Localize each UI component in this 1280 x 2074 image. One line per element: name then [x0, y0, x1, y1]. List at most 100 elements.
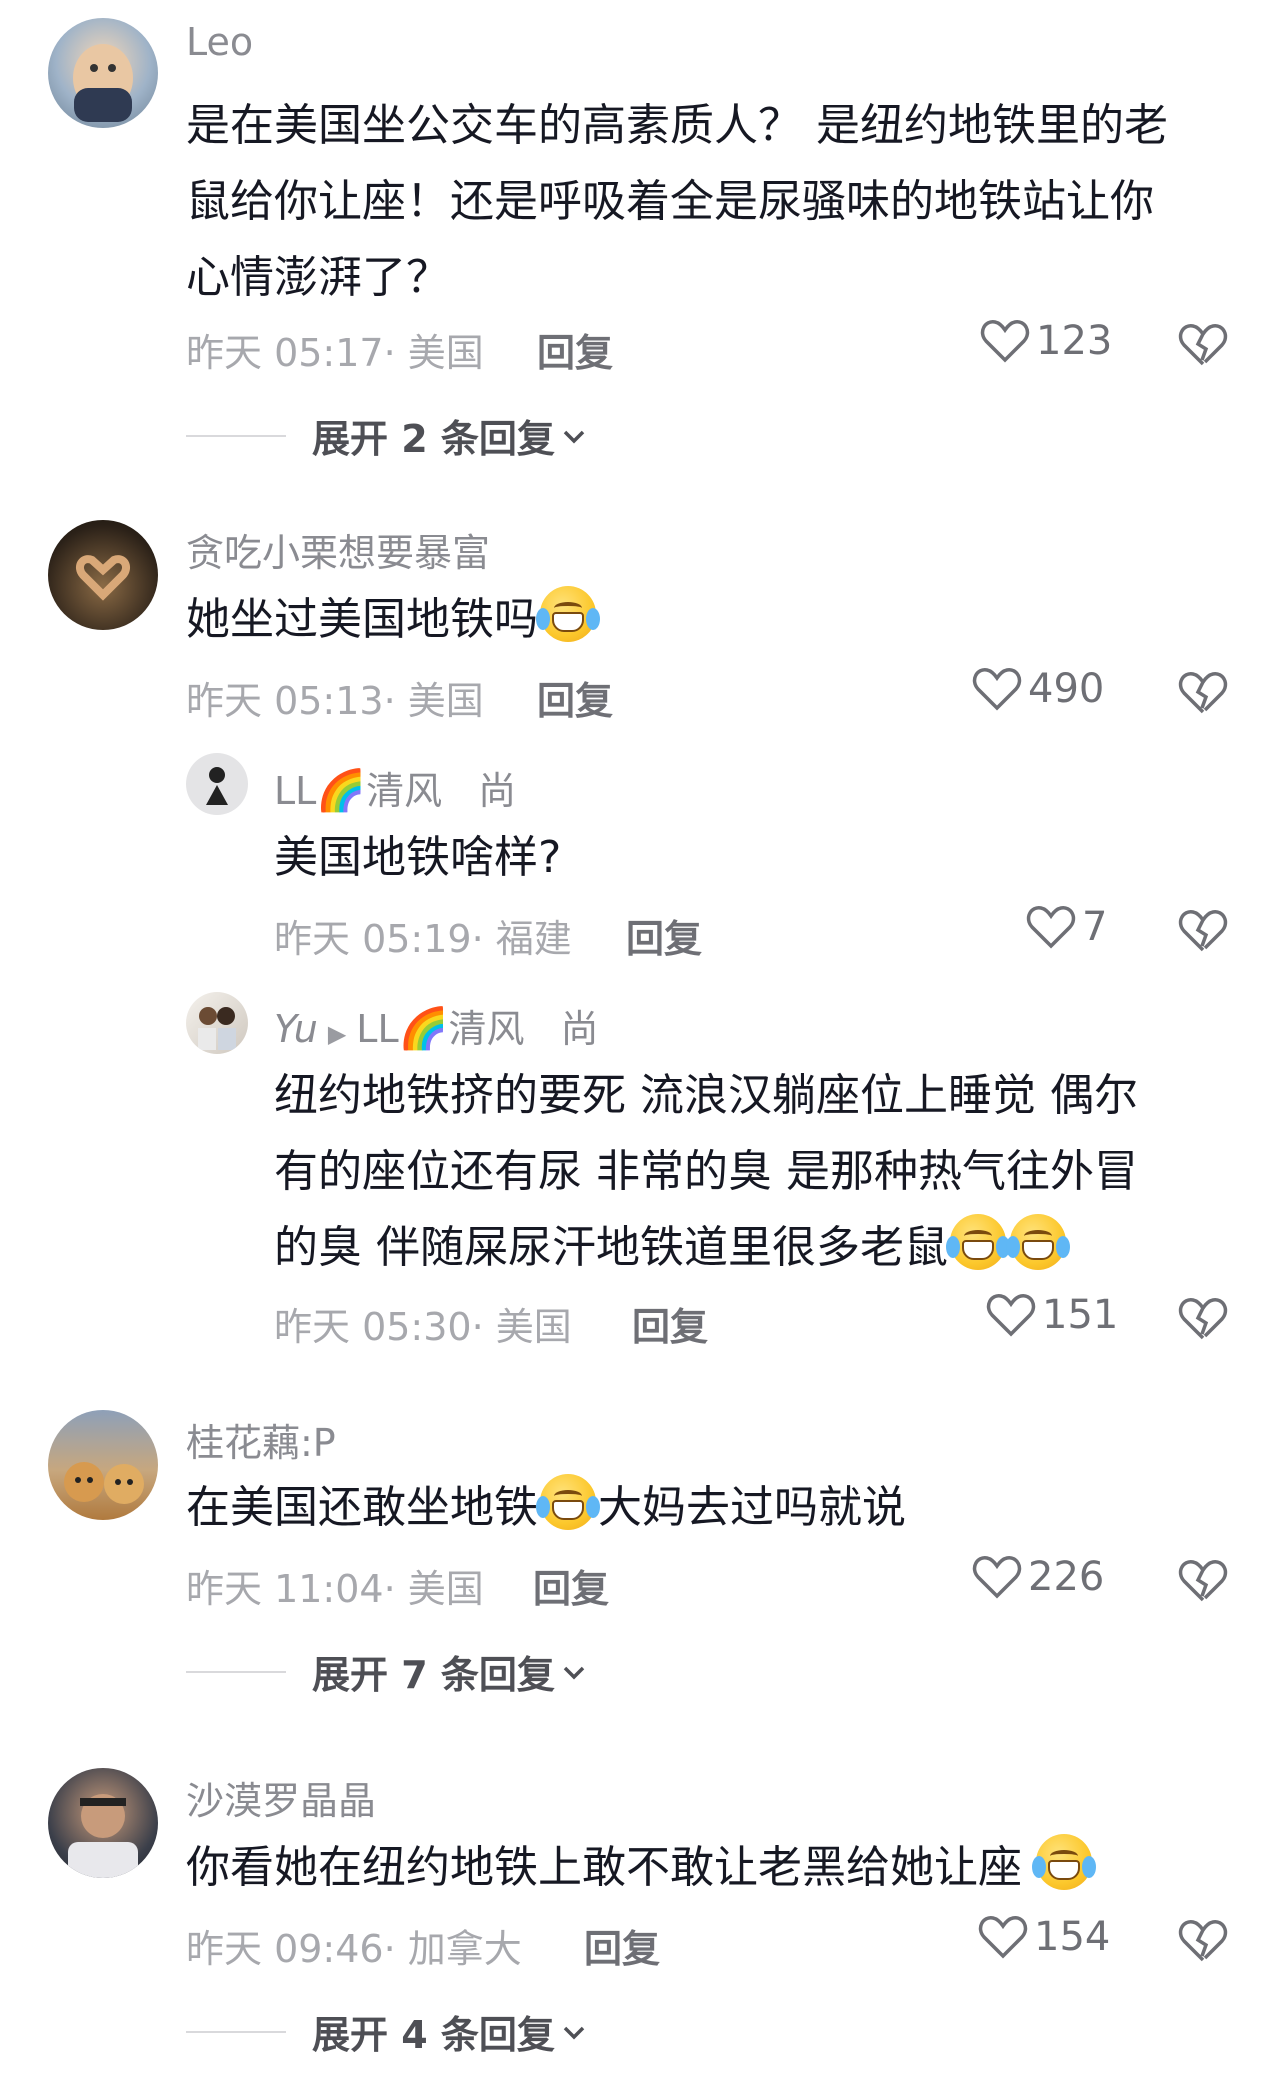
divider: [186, 1670, 286, 1673]
comment-meta: 昨天 09:46· 加拿大: [186, 1927, 522, 1971]
expand-replies-button[interactable]: 展开 7 条回复: [186, 1644, 587, 1699]
username-suffix: 清风: [366, 769, 443, 813]
comment-line: 心情澎湃了？: [186, 252, 450, 303]
author-badge: 尚: [478, 769, 517, 813]
avatar[interactable]: [48, 18, 158, 128]
like-button[interactable]: 226: [972, 1554, 1104, 1600]
username[interactable]: 桂花藕:P: [186, 1412, 336, 1467]
dislike-button[interactable]: [1178, 670, 1228, 720]
expand-label: 展开 2 条回复: [312, 417, 555, 461]
comment-text: 是在美国坐公交车的高素质人？ 是纽约地铁里的老 鼠给你让座！还是呼吸着全是尿骚味…: [186, 88, 1168, 316]
reply-button[interactable]: 回复: [626, 908, 702, 963]
heart-icon: [980, 320, 1030, 363]
like-button[interactable]: 123: [980, 318, 1112, 364]
comment-text: 纽约地铁挤的要死 流浪汉躺座位上睡觉 偶尔 有的座位还有尿 非常的臭 是那种热气…: [274, 1058, 1138, 1286]
author-badge: 尚: [560, 1007, 599, 1051]
username[interactable]: Yu ▶ LL🌈清风尚: [274, 998, 598, 1053]
heart-icon: [986, 1294, 1036, 1337]
comment-line: 是在美国坐公交车的高素质人？ 是纽约地铁里的老: [186, 100, 1168, 151]
broken-heart-icon: [1178, 324, 1228, 366]
expand-label: 展开 7 条回复: [312, 1653, 555, 1697]
avatar[interactable]: [48, 1410, 158, 1520]
divider: [186, 434, 286, 437]
grinning-sweat-emoji-icon: [536, 1474, 600, 1530]
reply-to-username: LL: [356, 1007, 399, 1051]
dislike-button[interactable]: [1178, 908, 1228, 958]
couple-photo-avatar-icon: [198, 1007, 236, 1050]
username[interactable]: Leo: [186, 20, 253, 64]
avatar[interactable]: [186, 992, 248, 1054]
rainbow-icon: 🌈: [398, 1006, 449, 1052]
reply-button[interactable]: 回复: [537, 670, 613, 725]
comment-text: 美国地铁啥样?: [274, 832, 562, 883]
comment-text: 她坐过美国地铁吗: [186, 582, 600, 658]
like-count: 7: [1082, 904, 1108, 950]
divider: [186, 2030, 286, 2033]
username[interactable]: 贪吃小栗想要暴富: [186, 522, 490, 577]
broken-heart-icon: [1178, 1298, 1228, 1340]
comment-line: 的臭 伴随屎尿汗地铁道里很多老鼠: [274, 1222, 948, 1273]
like-button[interactable]: 7: [1026, 904, 1107, 950]
play-arrow-icon: ▶: [327, 1020, 347, 1048]
dislike-button[interactable]: [1178, 1296, 1228, 1346]
username[interactable]: 沙漠罗晶晶: [186, 1770, 376, 1825]
avatar[interactable]: [186, 753, 248, 815]
username-text: Yu: [274, 1007, 318, 1051]
expand-label: 展开 4 条回复: [312, 2013, 555, 2057]
rainbow-icon: 🌈: [316, 768, 367, 814]
like-count: 490: [1028, 666, 1105, 712]
username[interactable]: LL🌈清风尚: [274, 760, 516, 815]
broken-heart-icon: [1178, 1920, 1228, 1962]
reply-button[interactable]: 回复: [584, 1918, 660, 1973]
expand-replies-button[interactable]: 展开 4 条回复: [186, 2004, 587, 2059]
heart-hands-avatar-icon: [76, 555, 130, 601]
comment-line: 有的座位还有尿 非常的臭 是那种热气往外冒: [274, 1146, 1138, 1197]
comment-meta: 昨天 05:17· 美国: [186, 331, 484, 375]
comment-line: 大妈去过吗就说: [598, 1482, 906, 1533]
football-player-avatar-icon: [68, 1794, 138, 1878]
heart-icon: [972, 668, 1022, 711]
dogs-avatar-icon: [64, 1462, 144, 1504]
like-button[interactable]: 154: [978, 1914, 1110, 1960]
dislike-button[interactable]: [1178, 1558, 1228, 1608]
like-count: 151: [1042, 1292, 1119, 1338]
comment-line: 鼠给你让座！还是呼吸着全是尿骚味的地铁站让你: [186, 176, 1154, 227]
reply-button[interactable]: 回复: [537, 322, 613, 377]
username-text: LL: [274, 769, 317, 813]
heart-icon: [972, 1556, 1022, 1599]
comment-line: 她坐过美国地铁吗: [186, 594, 538, 645]
heart-icon: [978, 1916, 1028, 1959]
comment-meta: 昨天 05:13· 美国: [186, 679, 484, 723]
chevron-down-icon: [563, 430, 585, 443]
comment-meta: 昨天 05:19· 福建: [274, 917, 572, 961]
tears-of-joy-emoji-icon: [1006, 1214, 1070, 1270]
like-count: 226: [1028, 1554, 1105, 1600]
tears-of-joy-emoji-icon: [1032, 1834, 1096, 1890]
comment-text: 在美国还敢坐地铁 大妈去过吗就说: [186, 1470, 906, 1546]
comment-line: 你看她在纽约地铁上敢不敢让老黑给她让座: [186, 1842, 1022, 1893]
reply-button[interactable]: 回复: [632, 1296, 708, 1351]
comment-text: 你看她在纽约地铁上敢不敢让老黑给她让座: [186, 1830, 1096, 1906]
like-button[interactable]: 490: [972, 666, 1104, 712]
heart-icon: [1026, 906, 1076, 949]
avatar[interactable]: [48, 520, 158, 630]
expand-replies-button[interactable]: 展开 2 条回复: [186, 408, 587, 463]
comment-line: 纽约地铁挤的要死 流浪汉躺座位上睡觉 偶尔: [274, 1070, 1138, 1121]
reply-to-suffix: 清风: [448, 1007, 525, 1051]
dislike-button[interactable]: [1178, 322, 1228, 372]
like-count: 123: [1036, 318, 1113, 364]
comment-line: 在美国还敢坐地铁: [186, 1482, 538, 1533]
avatar[interactable]: [48, 1768, 158, 1878]
broken-heart-icon: [1178, 910, 1228, 952]
like-button[interactable]: 151: [986, 1292, 1118, 1338]
dislike-button[interactable]: [1178, 1918, 1228, 1968]
chevron-down-icon: [563, 2026, 585, 2039]
comment-meta: 昨天 05:30· 美国: [274, 1305, 572, 1349]
comment-meta: 昨天 11:04· 美国: [186, 1567, 484, 1611]
reply-button[interactable]: 回复: [533, 1558, 609, 1613]
grinning-sweat-emoji-icon: [536, 586, 600, 642]
broken-heart-icon: [1178, 1560, 1228, 1602]
like-count: 154: [1034, 1914, 1111, 1960]
tears-of-joy-emoji-icon: [946, 1214, 1010, 1270]
broken-heart-icon: [1178, 672, 1228, 714]
